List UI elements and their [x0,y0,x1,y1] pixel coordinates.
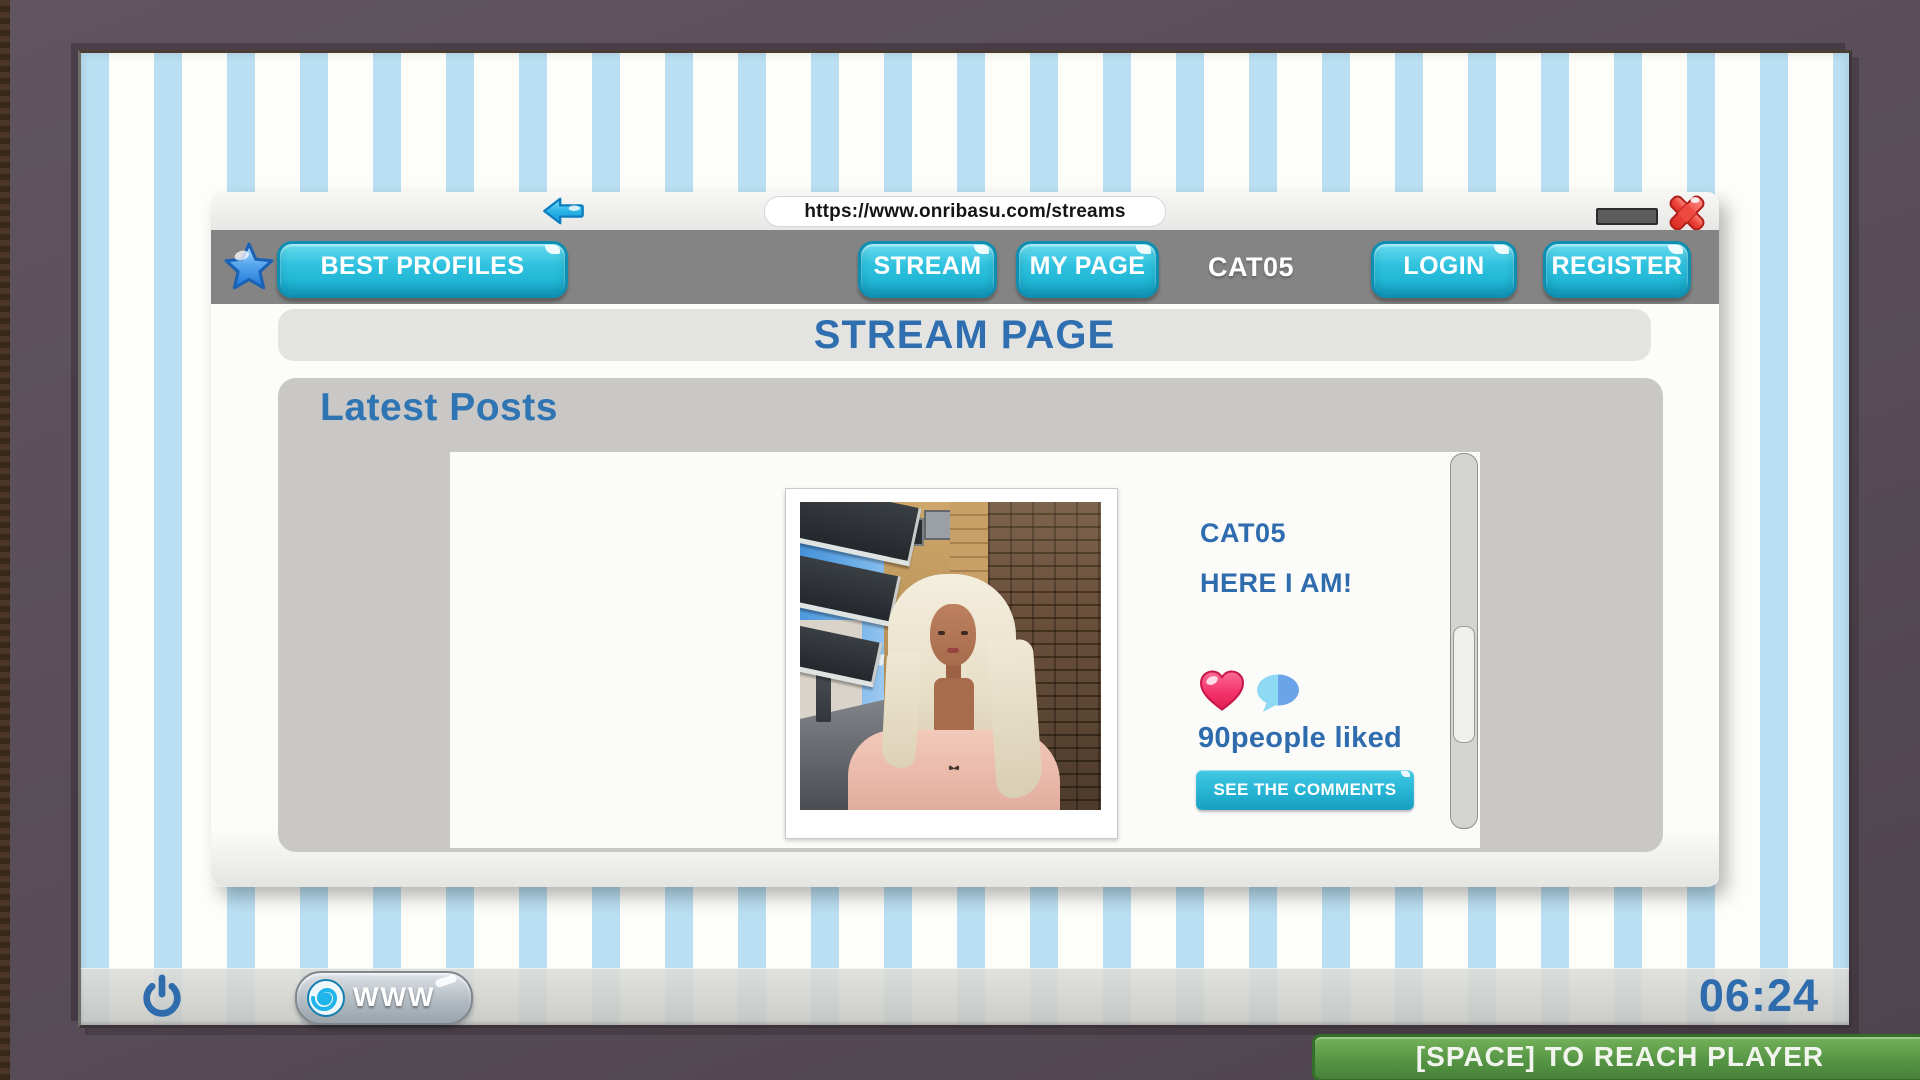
background-wood-edge [0,0,10,1080]
heart-icon[interactable] [1198,668,1246,713]
nav-username-label: CAT05 [1186,230,1316,304]
www-label: WWW [353,973,435,1023]
browser-title-bar: https://www.onribasu.com/streams [211,192,1719,231]
power-icon[interactable] [139,974,185,1020]
post-photo[interactable] [785,488,1118,839]
post-card: CAT05 HERE I AM! [450,452,1480,848]
game-viewport: https://www.onribasu.com/streams [0,0,1920,1080]
nav-my-page-button[interactable]: MY PAGE [1016,241,1159,298]
site-nav-bar: BEST PROFILES STREAM MY PAGE CAT05 LOGIN… [211,230,1719,304]
star-icon[interactable] [223,241,275,293]
space-hint-banner: [SPACE] TO REACH PLAYER [1312,1034,1920,1080]
post-likes-label: 90people liked [1198,722,1402,755]
taskbar: WWW 06:24 [81,968,1849,1025]
nav-stream-button[interactable]: STREAM [858,241,997,298]
section-title: Latest Posts [320,386,558,430]
photo-scene [800,502,1101,810]
photo-character-face [930,604,976,666]
comment-bubble-icon[interactable] [1254,672,1302,714]
nav-best-profiles-button[interactable]: BEST PROFILES [277,241,568,298]
photo-sweater-graphic [948,764,960,773]
photo-balcony [800,502,922,566]
photo-character-eye [938,631,945,635]
computer-screen: https://www.onribasu.com/streams [78,50,1852,1028]
scrollbar-thumb[interactable] [1453,626,1475,743]
photo-character-lips [947,648,959,653]
page-title: STREAM PAGE [278,309,1651,361]
browser-window: https://www.onribasu.com/streams [211,192,1719,887]
close-icon[interactable] [1663,192,1711,234]
see-comments-button[interactable]: SEE THE COMMENTS [1196,770,1414,810]
nav-register-button[interactable]: REGISTER [1543,241,1691,298]
post-author: CAT05 [1200,518,1286,549]
photo-character-hair-lock [881,651,921,769]
scrollbar-track[interactable] [1450,453,1478,829]
photo-character-chest [934,678,974,736]
photo-character-eye [961,631,968,635]
minimize-icon[interactable] [1596,208,1658,225]
spiral-icon [306,978,346,1018]
browser-launcher-button[interactable]: WWW [295,971,473,1025]
latest-posts-panel: Latest Posts [278,378,1663,852]
nav-login-button[interactable]: LOGIN [1371,241,1517,298]
post-caption: HERE I AM! [1200,568,1353,599]
taskbar-clock: 06:24 [1699,970,1819,1022]
back-arrow-icon[interactable] [541,196,585,226]
address-bar[interactable]: https://www.onribasu.com/streams [764,196,1166,227]
